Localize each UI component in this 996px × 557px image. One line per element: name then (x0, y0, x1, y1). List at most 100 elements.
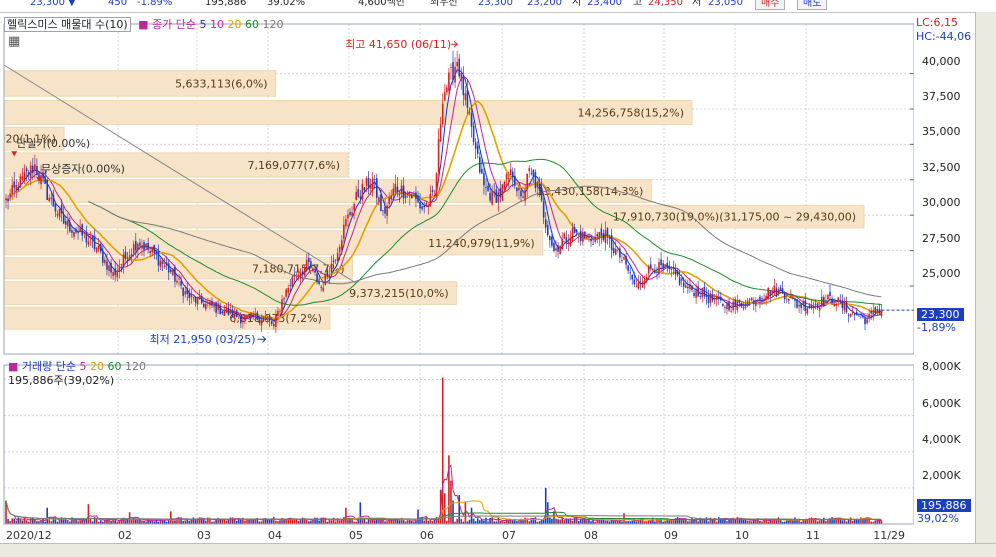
candle-body (579, 230, 582, 242)
candle-body (388, 197, 390, 204)
price-tick-label: 37,500 (922, 89, 961, 103)
candle-body (732, 301, 734, 311)
candle-body (40, 175, 42, 185)
candle-body (19, 176, 22, 188)
ma120-label: 120 (262, 18, 284, 31)
x-tick-label: 10 (735, 529, 749, 542)
candle-body (563, 233, 566, 239)
candle-body (446, 87, 448, 93)
candle-body (433, 195, 436, 197)
candle-body (194, 296, 197, 303)
candle-body (598, 231, 601, 240)
buy-button[interactable]: 매수 (755, 0, 786, 10)
candle-body (532, 169, 535, 177)
candle-body (870, 310, 872, 314)
price-ma-label: 종가 단순 (152, 18, 197, 31)
volume-tick-label: 4,000K (922, 432, 961, 446)
candle-body (184, 291, 187, 295)
volume-bar (73, 519, 75, 524)
candle-body (95, 248, 98, 252)
side-scrollbar[interactable] (975, 12, 996, 543)
candle-body (827, 294, 829, 300)
candle-body (860, 313, 862, 316)
candle-body (501, 184, 504, 201)
candle-body (833, 303, 835, 306)
candle-body (172, 269, 174, 276)
candle-body (720, 297, 722, 301)
volume-bar (546, 502, 549, 524)
candle-body (429, 193, 432, 207)
candle-body (773, 285, 776, 294)
high-price: 24,350 (648, 0, 683, 8)
volume-bar (491, 517, 493, 524)
candle-body (629, 272, 631, 274)
volume-bar (717, 517, 720, 524)
low-price: 23,050 (708, 0, 743, 8)
candle-body (505, 173, 508, 180)
candle-body (159, 260, 162, 267)
candle-body (112, 272, 114, 277)
bottom-scrollbar[interactable] (0, 543, 996, 557)
candle-body (390, 195, 393, 199)
candle-body (279, 310, 281, 312)
candle-body (868, 313, 870, 319)
volume-bar (567, 519, 570, 524)
volume-bar (225, 520, 228, 524)
volume-bar (693, 519, 695, 524)
candle-body (435, 172, 438, 197)
volume-bar (771, 520, 774, 524)
candle-body (431, 190, 434, 193)
candle-body (553, 243, 555, 251)
candle-body (765, 295, 767, 300)
candle-body (359, 196, 362, 199)
volume-bar (472, 518, 475, 524)
candle-body (15, 185, 18, 191)
candle-body (602, 233, 605, 241)
candle-body (355, 192, 357, 200)
candle-body (715, 295, 718, 300)
current-volume-tag: 195,886 (917, 499, 971, 512)
candle-body (728, 301, 730, 311)
candle-body (67, 220, 69, 227)
volume-bar (435, 517, 438, 524)
candle-body (295, 274, 298, 276)
candle-body (680, 278, 683, 282)
event-annotation: 단일가(0.00%) (16, 136, 90, 150)
candle-body (549, 235, 551, 241)
volume-bar (705, 517, 708, 524)
candle-body (703, 287, 706, 297)
candle-body (404, 195, 407, 198)
candle-body (126, 260, 129, 262)
current-price: 23,300 (30, 0, 65, 8)
candle-body (143, 242, 145, 250)
volume-bar (167, 520, 170, 524)
candle-body (806, 308, 809, 314)
candle-body (48, 197, 51, 202)
candle-body (221, 311, 224, 314)
stock-chart[interactable]: 5,633,113(6,0%)14,256,758(15,2%)9,920(1,… (0, 12, 914, 543)
sell-button[interactable]: 매도 (797, 0, 828, 10)
candle-body (695, 288, 697, 298)
candle-body (530, 172, 533, 174)
x-axis: 2020/12 02 03 04 05 06 07 08 09 10 11 11/29 (6, 529, 905, 542)
candle-body (586, 235, 588, 239)
volume-bar (87, 504, 90, 524)
candle-body (439, 124, 442, 142)
chart-grid-icon[interactable]: ▦ (8, 34, 20, 49)
candle-body (400, 185, 403, 195)
candle-body (34, 164, 36, 172)
volume-bar (582, 519, 584, 524)
candle-body (722, 303, 724, 306)
current-price-tag: 23,300 (917, 308, 964, 321)
candle-body (134, 240, 137, 251)
candle-body (299, 272, 302, 279)
volume-bar (695, 517, 697, 524)
candle-body (415, 192, 417, 200)
candle-body (788, 298, 790, 301)
candle-body (864, 318, 866, 325)
volume-bar (703, 520, 706, 524)
candle-body (763, 298, 765, 302)
volume-bar (452, 500, 454, 524)
candle-body (188, 292, 191, 299)
candle-body (81, 224, 84, 236)
